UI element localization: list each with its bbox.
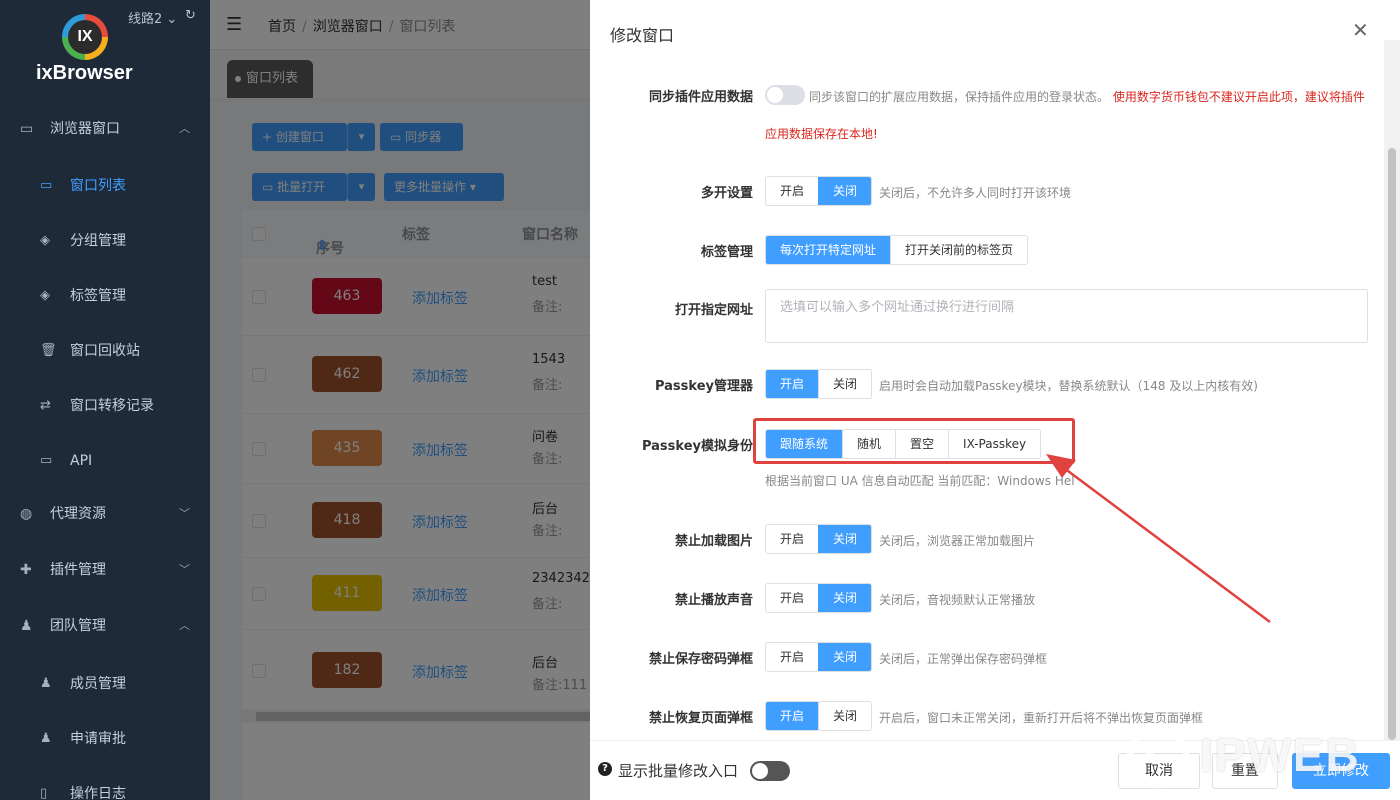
- sidebar-item-api[interactable]: ▭ API: [0, 441, 210, 481]
- passkey-manager-hint: 启用时会自动加载Passkey模块，替换系统默认（148 及以上内核有效): [879, 379, 1258, 393]
- disable-images-hint: 关闭后，浏览器正常加载图片: [879, 534, 1036, 548]
- sync-plugin-toggle[interactable]: [765, 85, 805, 105]
- chevron-down-icon: ﹀: [179, 563, 190, 576]
- layers-icon: ◈: [40, 288, 50, 303]
- sidebar-item-approval[interactable]: ♟ 申请审批: [0, 719, 210, 759]
- batch-edit-toggle[interactable]: [750, 761, 790, 781]
- disable-pwd-popup-segment: 开启 关闭: [765, 642, 873, 672]
- drawer-scrollbar[interactable]: [1384, 40, 1400, 740]
- tab-manage-restore-tabs[interactable]: 打开关闭前的标签页: [890, 236, 1028, 264]
- multi-open-segment: 开启 关闭: [765, 176, 873, 206]
- disable-images-off[interactable]: 关闭: [818, 525, 872, 553]
- watermark-text: IPWEB: [1200, 729, 1361, 781]
- multi-open-hint: 关闭后，不允许多人同时打开该环境: [879, 186, 1072, 200]
- disable-sound-hint: 关闭后，音视频默认正常播放: [879, 593, 1036, 607]
- user-icon: ♟: [20, 618, 33, 634]
- menu-team-manage[interactable]: ♟ 团队管理 ︿: [0, 606, 210, 646]
- tab-manage-label: 标签管理: [700, 245, 753, 260]
- book-icon: ▯: [40, 786, 48, 800]
- passkey-identity-label: Passkey模拟身份: [641, 439, 753, 454]
- chevron-down-icon: ﹀: [179, 507, 190, 520]
- disable-restore-popup-segment: 开启 关闭: [765, 701, 873, 731]
- route-selector[interactable]: 线路2 ⌄: [128, 8, 177, 27]
- user-icon: ♟: [40, 676, 52, 691]
- edit-window-drawer: 修改窗口 ✕ 同步插件应用数据 同步该窗口的扩展应用数据，保持插件应用的登录状态…: [590, 0, 1400, 800]
- open-url-textarea[interactable]: 选填可以输入多个网址通过换行进行间隔: [765, 289, 1368, 343]
- user-icon: ♟: [40, 731, 52, 746]
- tab-manage-specific-url[interactable]: 每次打开特定网址: [766, 236, 891, 264]
- sync-plugin-hint: 同步该窗口的扩展应用数据，保持插件应用的登录状态。: [809, 90, 1110, 104]
- browser-window-icon: ▭: [20, 121, 34, 137]
- annotation-arrow-icon: [1046, 454, 1271, 624]
- menu-plugin-manage[interactable]: ✚ 插件管理 ﹀: [0, 550, 210, 590]
- disable-restore-popup-off[interactable]: 关闭: [818, 702, 872, 730]
- help-icon[interactable]: ?: [598, 762, 612, 776]
- passkey-manager-off[interactable]: 关闭: [818, 370, 872, 398]
- window-icon: ▭: [40, 178, 53, 193]
- menu-browser-window[interactable]: ▭ 浏览器窗口 ︿: [0, 109, 210, 149]
- disable-images-segment: 开启 关闭: [765, 524, 873, 554]
- chevron-down-icon: ⌄: [166, 12, 178, 27]
- main-area: ☰ 首页/浏览器窗口/窗口列表 窗口列表 + 创建窗口 ▾ ▭ 同步器 ▭ 批量…: [210, 0, 800, 800]
- drawer-title: 修改窗口: [610, 26, 675, 45]
- disable-images-on[interactable]: 开启: [766, 525, 819, 553]
- menu-proxy-resources[interactable]: ◍ 代理资源 ﹀: [0, 494, 210, 534]
- passkey-manager-on[interactable]: 开启: [766, 370, 819, 398]
- disable-images-label: 禁止加载图片: [674, 534, 753, 549]
- watermark: IPWEB: [1110, 722, 1390, 792]
- highlight-box: [753, 418, 1075, 464]
- sidebar-item-transfer-log[interactable]: ⇄ 窗口转移记录: [0, 386, 210, 426]
- puzzle-icon: ✚: [20, 562, 32, 578]
- trash-icon: 🗑: [40, 343, 57, 358]
- sidebar-item-recycle-bin[interactable]: 🗑 窗口回收站: [0, 331, 210, 371]
- transfer-icon: ⇄: [40, 398, 51, 413]
- disable-sound-on[interactable]: 开启: [766, 584, 819, 612]
- sync-plugin-warning: 使用数字货币钱包不建议开启此项，建议将插件: [1112, 90, 1365, 104]
- passkey-manager-segment: 开启 关闭: [765, 369, 873, 399]
- open-url-label: 打开指定网址: [674, 303, 753, 318]
- logo-text: ixBrowser: [36, 62, 133, 84]
- batch-edit-label: 显示批量修改入口: [618, 762, 739, 780]
- disable-sound-segment: 开启 关闭: [765, 583, 873, 613]
- sidebar-item-operation-log[interactable]: ▯ 操作日志: [0, 774, 210, 800]
- api-icon: ▭: [40, 453, 53, 468]
- sidebar-item-group-manage[interactable]: ◈ 分组管理: [0, 221, 210, 261]
- disable-sound-label: 禁止播放声音: [674, 593, 753, 608]
- close-icon[interactable]: ✕: [1352, 18, 1369, 42]
- multi-open-on[interactable]: 开启: [766, 177, 819, 205]
- tab-manage-segment: 每次打开特定网址 打开关闭前的标签页: [765, 235, 1029, 265]
- passkey-manager-label: Passkey管理器: [654, 379, 753, 394]
- ixbrowser-logo-icon: IX: [62, 14, 108, 60]
- logo[interactable]: IX ixBrowser: [0, 0, 210, 100]
- disable-sound-off[interactable]: 关闭: [818, 584, 872, 612]
- sidebar: IX ixBrowser 线路2 ⌄ ↻ ▭ 浏览器窗口 ︿ ▭ 窗口列表 ◈ …: [0, 0, 210, 800]
- multi-open-off[interactable]: 关闭: [818, 177, 872, 205]
- sidebar-item-member-manage[interactable]: ♟ 成员管理: [0, 664, 210, 704]
- layers-icon: ◈: [40, 233, 50, 248]
- disable-restore-popup-label: 禁止恢复页面弹框: [648, 711, 753, 726]
- chevron-up-icon: ︿: [179, 619, 190, 632]
- refresh-icon[interactable]: ↻: [185, 8, 196, 23]
- disable-pwd-popup-label: 禁止保存密码弹框: [648, 652, 753, 667]
- multi-open-label: 多开设置: [700, 186, 753, 201]
- sync-plugin-label: 同步插件应用数据: [648, 90, 753, 105]
- watermark-logo-icon: [1126, 725, 1190, 789]
- disable-pwd-popup-hint: 关闭后，正常弹出保存密码弹框: [879, 652, 1048, 666]
- globe-icon: ◍: [20, 506, 33, 522]
- disable-pwd-popup-on[interactable]: 开启: [766, 643, 819, 671]
- disable-pwd-popup-off[interactable]: 关闭: [818, 643, 872, 671]
- disable-restore-popup-on[interactable]: 开启: [766, 702, 819, 730]
- chevron-up-icon: ︿: [179, 122, 190, 135]
- sidebar-item-tag-manage[interactable]: ◈ 标签管理: [0, 276, 210, 316]
- sidebar-item-window-list[interactable]: ▭ 窗口列表: [0, 166, 210, 206]
- sync-plugin-warning-2: 应用数据保存在本地!: [765, 127, 878, 141]
- passkey-identity-hint: 根据当前窗口 UA 信息自动匹配 当前匹配：Windows Hel: [765, 474, 1075, 488]
